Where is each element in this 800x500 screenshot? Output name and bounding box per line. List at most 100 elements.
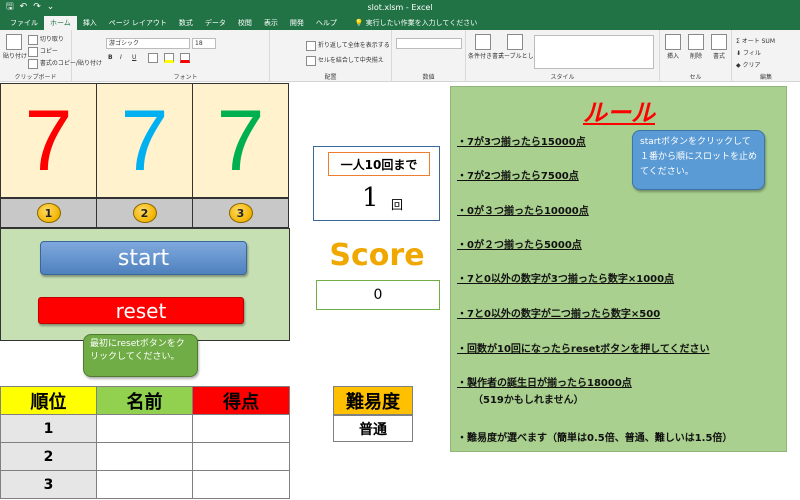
font-color-icon: [180, 53, 190, 63]
tab-insert[interactable]: 挿入: [77, 16, 103, 30]
clipboard-group: 貼り付け 切り取り コピー 書式のコピー/貼り付け クリップボード: [0, 30, 102, 82]
alignment-group: 折り返して全体を表示する セルを結合して中央揃え 配置: [270, 30, 392, 82]
score-cell[interactable]: [192, 414, 290, 443]
font-name-combo[interactable]: 游ゴシック: [106, 38, 190, 49]
difficulty-select[interactable]: 普通: [333, 415, 413, 442]
reset-hint-note: 最初にresetボタンをクリックしてください。: [83, 334, 198, 377]
title-bar: 🖫 ↶ ↷ ⌄ slot.xlsm - Excel: [0, 0, 800, 15]
name-cell[interactable]: [96, 414, 193, 443]
editing-group: Σ オート SUM ⬇ フィル ◆ クリア 編集: [732, 30, 800, 82]
round-limit-label: 一人10回まで: [328, 152, 430, 176]
bold-button[interactable]: B: [108, 54, 113, 61]
tab-developer[interactable]: 開発: [284, 16, 310, 30]
alignment-group-label: 配置: [324, 74, 337, 81]
rule-item: ・0が２つ揃ったら5000点: [457, 240, 582, 251]
font-group-label: フォント: [173, 74, 198, 81]
rule-sub-note: （519かもしれません）: [473, 395, 584, 406]
format-cells-icon: [711, 34, 727, 50]
fill-color-button[interactable]: [164, 53, 174, 63]
start-button[interactable]: start: [40, 241, 247, 275]
format-cells-button[interactable]: 書式: [708, 34, 730, 60]
cells-group-label: セル: [689, 74, 702, 81]
tab-data[interactable]: データ: [199, 16, 232, 30]
wrap-text-icon: [306, 40, 316, 51]
score-label: Score: [329, 238, 425, 273]
merge-icon: [306, 55, 316, 66]
fill-color-icon: [164, 53, 174, 63]
score-cell[interactable]: [192, 442, 290, 471]
tab-review[interactable]: 校閲: [232, 16, 258, 30]
autosum-button[interactable]: Σ オート SUM: [736, 36, 775, 45]
styles-group-label: スタイル: [550, 74, 575, 81]
table-icon: [507, 34, 523, 50]
tell-me-text: 実行したい作業を入力してください: [365, 19, 478, 27]
rank-cell[interactable]: 2: [0, 442, 97, 471]
paste-button[interactable]: 貼り付け: [3, 34, 27, 60]
tell-me-search[interactable]: 💡 実行したい作業を入力してください: [349, 16, 483, 30]
format-as-table-button[interactable]: テーブルとして書式設定: [498, 34, 563, 60]
insert-cells-icon: [665, 34, 681, 50]
scissors-icon: [28, 34, 38, 45]
font-size-combo[interactable]: 18: [192, 38, 216, 49]
cut-button[interactable]: 切り取り: [28, 34, 64, 45]
stop-button-3[interactable]: 3: [228, 203, 253, 223]
font-color-button[interactable]: [180, 53, 190, 63]
borders-button[interactable]: [148, 53, 158, 63]
slot-1-stop-cell: 1: [0, 198, 97, 228]
tab-view[interactable]: 表示: [258, 16, 284, 30]
rule-item: ・難易度が選べます（簡単は0.5倍、普通、難しいは1.5倍）: [457, 433, 733, 444]
number-format-combo[interactable]: [396, 38, 462, 49]
number-group-label: 数値: [422, 74, 435, 81]
name-cell[interactable]: [96, 442, 193, 471]
reset-button[interactable]: reset: [38, 297, 244, 324]
underline-button[interactable]: U: [132, 54, 136, 61]
name-cell[interactable]: [96, 470, 193, 499]
merge-center-button[interactable]: セルを結合して中央揃え: [306, 55, 384, 66]
start-hint-note: startボタンをクリックして１番から順にスロットを止めてください。: [632, 130, 765, 190]
delete-cells-icon: [688, 34, 704, 50]
score-value: 0: [316, 280, 440, 310]
tab-file[interactable]: ファイル: [4, 16, 44, 30]
rule-item: ・7が3つ揃ったら15000点: [457, 137, 586, 148]
rank-cell[interactable]: 3: [0, 470, 97, 499]
cell-styles-gallery[interactable]: [534, 35, 654, 69]
rank-cell[interactable]: 1: [0, 414, 97, 443]
ranking-header-row: 順位 名前 得点: [0, 386, 290, 415]
slot-2: 7: [96, 83, 193, 198]
stop-button-2[interactable]: 2: [132, 203, 157, 223]
slot-3: 7: [192, 83, 289, 198]
editing-group-label: 編集: [759, 74, 772, 81]
wrap-text-button[interactable]: 折り返して全体を表示する: [306, 40, 390, 51]
paste-icon: [6, 34, 22, 50]
rule-item: ・7と0以外の数字が二つ揃ったら数字×500: [457, 309, 661, 320]
copy-icon: [28, 46, 38, 57]
ribbon: 貼り付け 切り取り コピー 書式のコピー/貼り付け クリップボード 游ゴシック …: [0, 30, 800, 82]
tab-formulas[interactable]: 数式: [173, 16, 199, 30]
insert-cells-button[interactable]: 挿入: [662, 34, 684, 60]
rule-item: ・0が３つ揃ったら10000点: [457, 206, 589, 217]
conditional-format-button[interactable]: 条件付き書式: [468, 34, 504, 60]
format-painter-button[interactable]: 書式のコピー/貼り付け: [28, 58, 102, 69]
stop-button-1[interactable]: 1: [36, 203, 61, 223]
round-count: 1: [362, 183, 379, 213]
slot-3-digit: 7: [216, 92, 265, 189]
difficulty-header: 難易度: [333, 386, 413, 415]
italic-button[interactable]: I: [120, 54, 122, 61]
round-unit: 回: [391, 198, 404, 212]
rule-item: ・回数が10回になったらresetボタンを押してください: [457, 344, 710, 355]
tab-home[interactable]: ホーム: [44, 16, 77, 30]
tab-help[interactable]: ヘルプ: [310, 16, 343, 30]
rule-item: ・7と0以外の数字が3つ揃ったら数字×1000点: [457, 274, 675, 285]
tab-page-layout[interactable]: ページ レイアウト: [103, 16, 173, 30]
clear-button[interactable]: ◆ クリア: [736, 60, 761, 69]
slot-3-stop-cell: 3: [192, 198, 289, 228]
slot-1: 7: [0, 83, 97, 198]
fill-button[interactable]: ⬇ フィル: [736, 48, 761, 57]
delete-cells-button[interactable]: 削除: [685, 34, 707, 60]
number-group: 数値: [392, 30, 466, 82]
score-cell[interactable]: [192, 470, 290, 499]
table-row: 2: [0, 442, 290, 471]
rule-item: ・7が2つ揃ったら7500点: [457, 171, 579, 182]
copy-button[interactable]: コピー: [28, 46, 58, 57]
ribbon-tabs: ファイル ホーム 挿入 ページ レイアウト 数式 データ 校閲 表示 開発 ヘル…: [0, 15, 800, 30]
